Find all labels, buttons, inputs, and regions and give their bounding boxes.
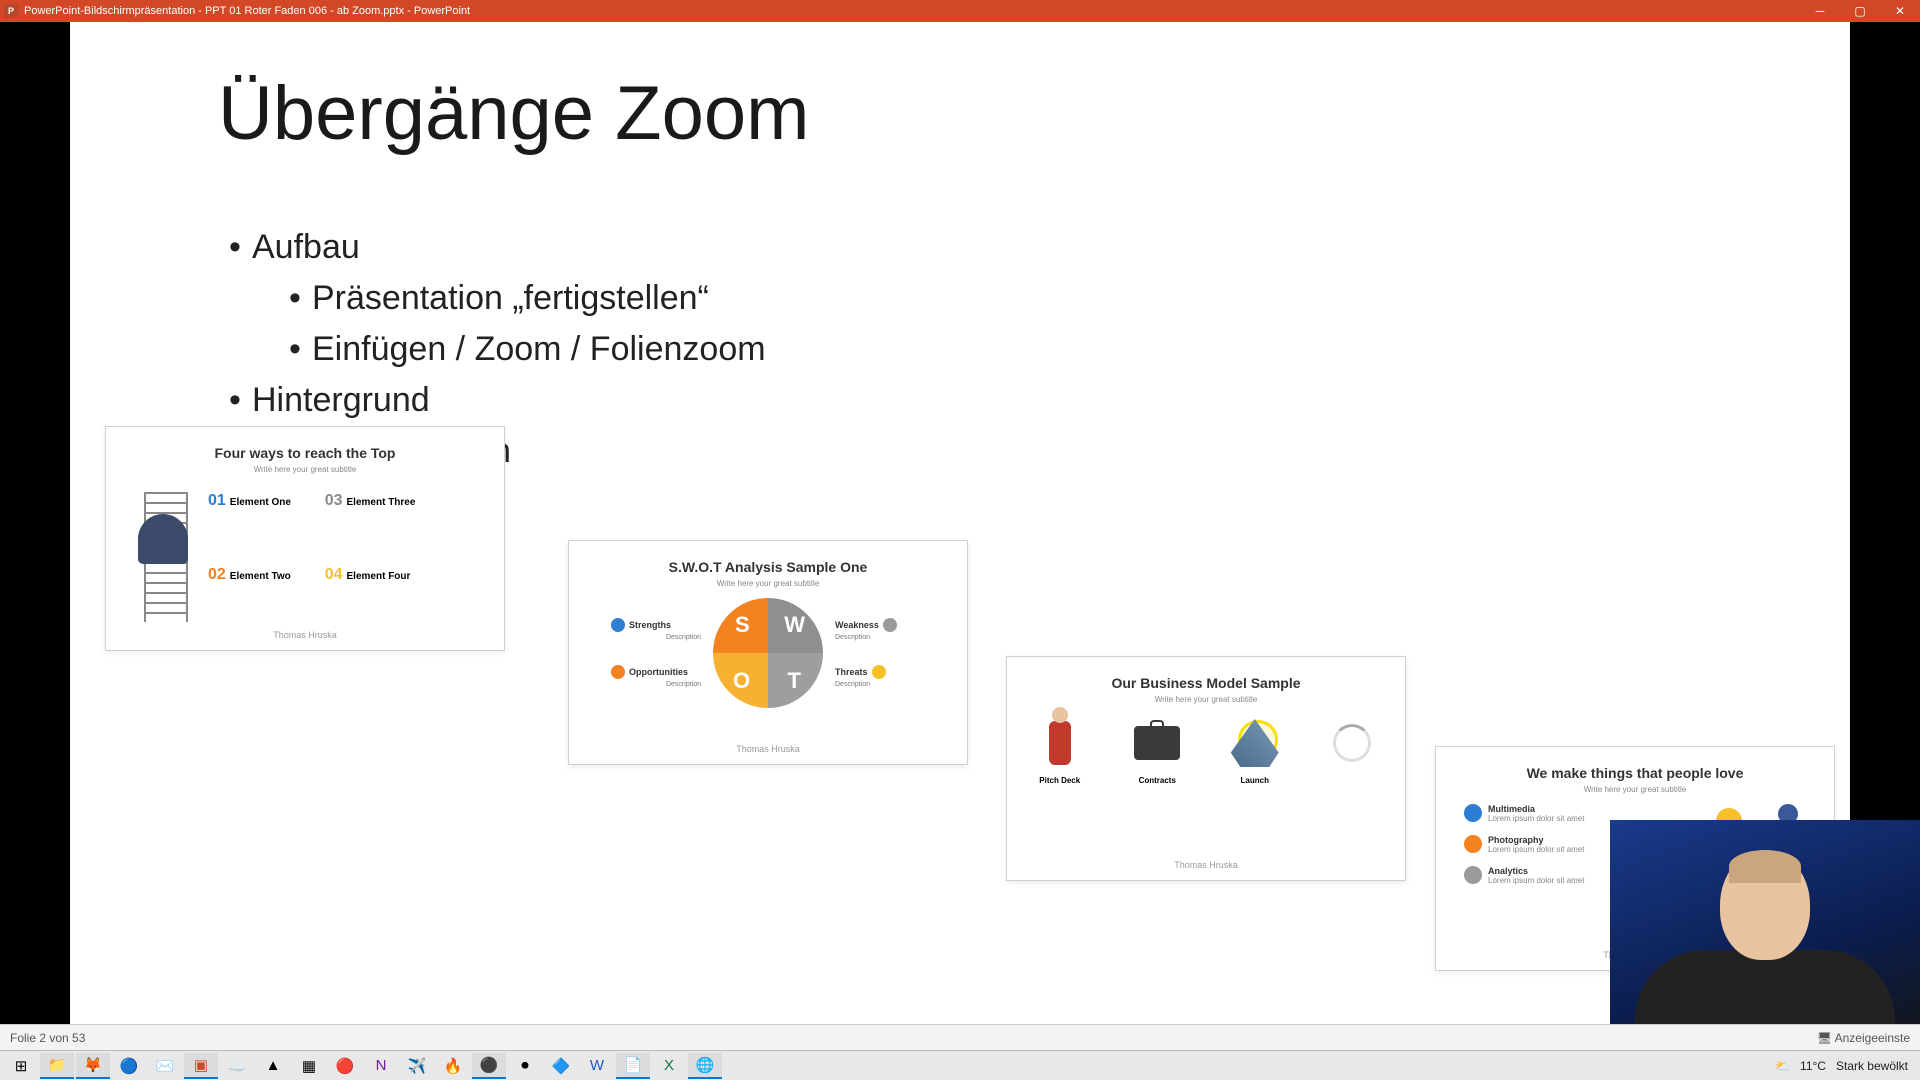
element-number: 04 <box>325 566 343 583</box>
swot-letter: S <box>735 612 750 638</box>
minimize-button[interactable]: ─ <box>1800 0 1840 22</box>
element-number: 03 <box>325 492 343 509</box>
element-label: Element Four <box>347 571 411 582</box>
maximize-button[interactable]: ▢ <box>1840 0 1880 22</box>
briefcase-icon <box>1123 714 1193 772</box>
thumb-subtitle: Write here your great subtitle <box>1454 785 1816 794</box>
taskbar-app[interactable]: ▦ <box>292 1053 326 1079</box>
slide-counter: Folie 2 von 53 <box>10 1031 85 1045</box>
thumb-title: We make things that people love <box>1454 765 1816 781</box>
swot-letter: W <box>784 612 805 638</box>
feature-label: Analytics <box>1488 866 1584 876</box>
swot-desc: Description <box>835 681 925 688</box>
link-icon <box>883 618 897 632</box>
element-label: Element Three <box>347 497 416 508</box>
taskbar-app[interactable]: ⏺ <box>508 1053 542 1079</box>
thumb-title: Our Business Model Sample <box>1025 675 1387 691</box>
dot-icon <box>1464 866 1482 884</box>
bm-label: Launch <box>1220 776 1290 785</box>
dot-icon <box>1464 835 1482 853</box>
taskbar-powerpoint[interactable]: ▣ <box>184 1053 218 1079</box>
start-button[interactable]: ⊞ <box>4 1053 38 1079</box>
bm-label: Contracts <box>1123 776 1193 785</box>
taskbar-onenote[interactable]: N <box>364 1053 398 1079</box>
swot-desc: Description <box>835 634 925 641</box>
thumb-title: S.W.O.T Analysis Sample One <box>587 559 949 575</box>
status-bar: Folie 2 von 53 🖥 Anzeigeeinste <box>0 1024 1920 1050</box>
bullet-item: Aufbau <box>218 222 766 273</box>
taskbar-obs[interactable]: ⚫ <box>472 1053 506 1079</box>
close-button[interactable]: ✕ <box>1880 0 1920 22</box>
weather-text[interactable]: Stark bewölkt <box>1836 1059 1908 1073</box>
title-bar: P PowerPoint-Bildschirmpräsentation - PP… <box>0 0 1920 22</box>
weather-temp[interactable]: 11°C <box>1800 1059 1826 1073</box>
zoom-thumbnail-swot[interactable]: S.W.O.T Analysis Sample One Write here y… <box>568 540 968 765</box>
swot-letter: O <box>733 668 750 694</box>
taskbar-outlook[interactable]: ✉️ <box>148 1053 182 1079</box>
taskbar-chrome[interactable]: 🔵 <box>112 1053 146 1079</box>
swot-desc: Description <box>611 634 701 641</box>
thumb-footer: Thomas Hruska <box>106 630 504 640</box>
rocket-icon <box>1220 714 1290 772</box>
taskbar: ⊞ 📁 🦊 🔵 ✉️ ▣ ☁️ ▲ ▦ 🔴 N ✈️ 🔥 ⚫ ⏺ 🔷 W 📄 X… <box>0 1050 1920 1080</box>
bulb-icon <box>611 665 625 679</box>
taskbar-app[interactable]: ☁️ <box>220 1053 254 1079</box>
thumb-title: Four ways to reach the Top <box>124 445 486 461</box>
taskbar-telegram[interactable]: ✈️ <box>400 1053 434 1079</box>
element-number: 02 <box>208 566 226 583</box>
element-label: Element Two <box>230 571 291 582</box>
swot-label: Weakness <box>835 620 879 630</box>
thumb-footer: Thomas Hruska <box>569 744 967 754</box>
slide-title: Übergänge Zoom <box>218 70 809 157</box>
taskbar-excel[interactable]: X <box>652 1053 686 1079</box>
taskbar-app[interactable]: 🔴 <box>328 1053 362 1079</box>
taskbar-edge[interactable]: 🌐 <box>688 1053 722 1079</box>
app-icon: P <box>4 4 18 18</box>
lightning-icon <box>872 665 886 679</box>
swot-label: Threats <box>835 667 868 677</box>
dot-icon <box>1464 804 1482 822</box>
bullet-sub-item: Einfügen / Zoom / Folienzoom <box>278 324 766 375</box>
thumb-footer: Thomas Hruska <box>1007 860 1405 870</box>
taskbar-word[interactable]: W <box>580 1053 614 1079</box>
bullet-item: Hintergrund <box>218 375 766 426</box>
thumb-subtitle: Write here your great subtitle <box>1025 695 1387 704</box>
weather-icon[interactable]: ⛅ <box>1775 1059 1790 1073</box>
thumb-subtitle: Write here your great subtitle <box>124 465 486 474</box>
swot-circle-icon: S W O T <box>713 598 823 708</box>
element-label: Element One <box>230 497 291 508</box>
zoom-thumbnail-four-ways[interactable]: Four ways to reach the Top Write here yo… <box>105 426 505 651</box>
feature-label: Photography <box>1488 835 1584 845</box>
slide: Übergänge Zoom Aufbau Präsentation „fert… <box>70 22 1850 1024</box>
presenter-icon <box>1025 714 1095 772</box>
bm-label: Pitch Deck <box>1025 776 1095 785</box>
window-title: PowerPoint-Bildschirmpräsentation - PPT … <box>24 5 470 17</box>
window-controls: ─ ▢ ✕ <box>1800 0 1920 22</box>
swot-label: Strengths <box>629 620 671 630</box>
display-settings-label[interactable]: 🖥 Anzeigeeinste <box>1817 1031 1910 1045</box>
taskbar-app[interactable]: 📄 <box>616 1053 650 1079</box>
taskbar-vlc[interactable]: ▲ <box>256 1053 290 1079</box>
zoom-thumbnail-business-model[interactable]: Our Business Model Sample Write here you… <box>1006 656 1406 881</box>
climber-icon <box>138 514 188 564</box>
taskbar-app[interactable]: 🔥 <box>436 1053 470 1079</box>
swot-label: Opportunities <box>629 667 688 677</box>
swot-letter: T <box>788 668 801 694</box>
bullet-sub-item: Präsentation „fertigstellen“ <box>278 273 766 324</box>
shield-icon <box>611 618 625 632</box>
loading-spinner-icon <box>1333 724 1371 762</box>
taskbar-app[interactable]: 🔷 <box>544 1053 578 1079</box>
presenter-video <box>1625 850 1905 1050</box>
taskbar-file-explorer[interactable]: 📁 <box>40 1053 74 1079</box>
thumb-subtitle: Write here your great subtitle <box>587 579 949 588</box>
webcam-overlay <box>1610 820 1920 1050</box>
taskbar-firefox[interactable]: 🦊 <box>76 1053 110 1079</box>
element-number: 01 <box>208 492 226 509</box>
feature-label: Multimedia <box>1488 804 1584 814</box>
swot-desc: Description <box>611 681 701 688</box>
